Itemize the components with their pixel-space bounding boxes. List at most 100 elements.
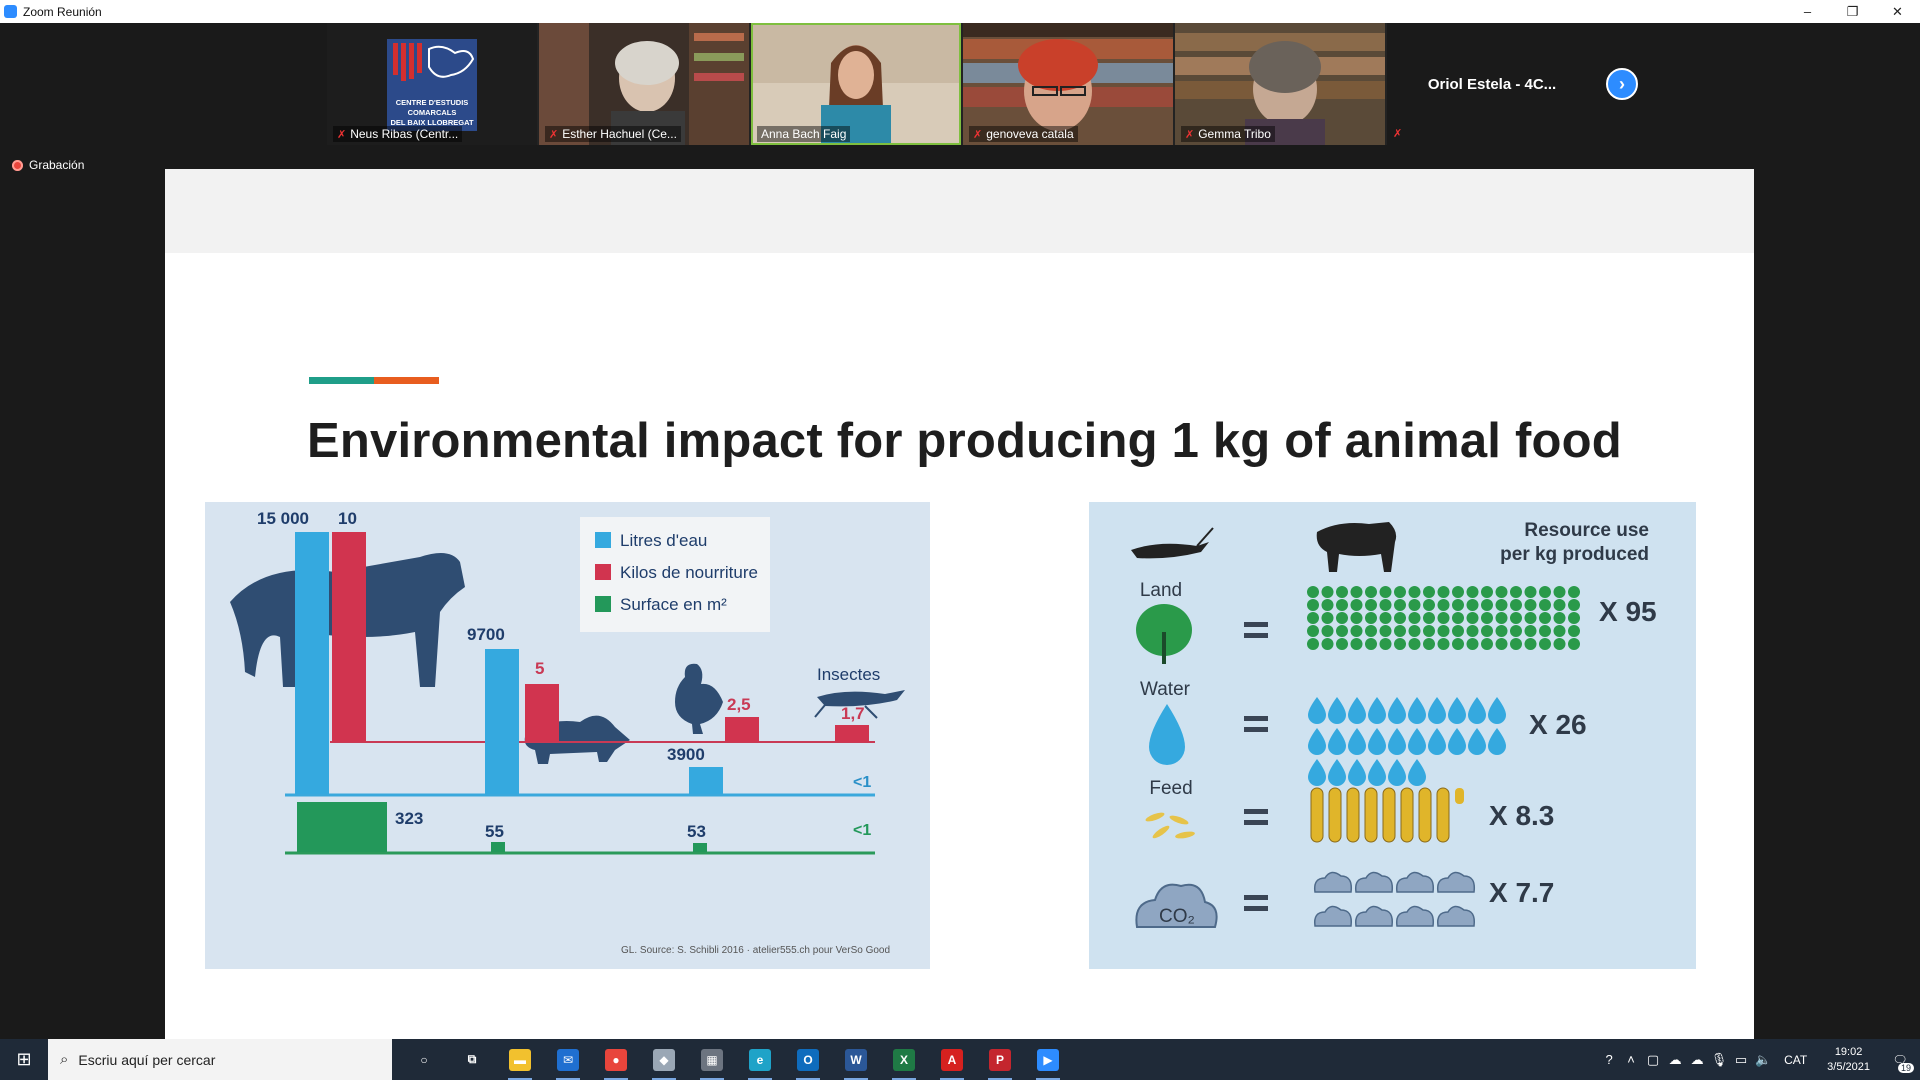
tree-icon xyxy=(1510,599,1522,611)
data-label: 9700 xyxy=(467,625,505,644)
data-label: 10 xyxy=(338,509,357,528)
tree-icon xyxy=(1539,586,1551,598)
help-icon[interactable]: ? xyxy=(1598,1039,1620,1080)
window-titlebar: Zoom Reunión – ❐ ✕ xyxy=(0,0,1920,23)
tree-icon xyxy=(1553,586,1566,598)
corn-icon xyxy=(1455,788,1464,804)
water-drop-icon xyxy=(1448,697,1466,724)
cloud-icon xyxy=(1354,871,1394,893)
legend-label: Litres d'eau xyxy=(620,531,707,550)
tree-icon xyxy=(1350,625,1363,637)
cloud-icon[interactable]: ☁ xyxy=(1686,1039,1708,1080)
cloud-icon xyxy=(1354,905,1394,927)
tree-icon xyxy=(1321,638,1334,650)
tree-grid xyxy=(1307,586,1580,650)
chrome-icon: ● xyxy=(605,1048,627,1071)
data-label: <1 xyxy=(853,822,871,839)
chrome-taskbar-icon[interactable]: ● xyxy=(592,1039,640,1080)
action-center-button[interactable]: 🗨 19 xyxy=(1880,1039,1920,1080)
task-view-taskbar-icon[interactable]: ⧉ xyxy=(448,1039,496,1080)
chevron-up-icon[interactable]: ˄ xyxy=(1620,1039,1642,1080)
resource-header: Resource use xyxy=(1524,520,1649,541)
water-drop-icon xyxy=(1308,728,1326,755)
window-controls: – ❐ ✕ xyxy=(1785,0,1920,23)
data-label: <1 xyxy=(853,774,871,791)
corn-row xyxy=(1310,787,1464,843)
tree-icon xyxy=(1524,625,1537,637)
tree-icon xyxy=(1408,625,1421,637)
excel-taskbar-icon[interactable]: X xyxy=(880,1039,928,1080)
pdf-editor-taskbar-icon[interactable]: P xyxy=(976,1039,1024,1080)
mail-icon: ✉ xyxy=(557,1048,579,1071)
tree-icon xyxy=(1568,586,1580,598)
meet-now-icon[interactable]: ▢ xyxy=(1642,1039,1664,1080)
pdf-editor-icon: P xyxy=(989,1048,1011,1071)
tree-icon xyxy=(1437,599,1450,611)
next-participants-button[interactable]: › xyxy=(1606,68,1638,100)
multiplier-label: X 26 xyxy=(1529,709,1587,740)
tree-icon xyxy=(1408,638,1421,650)
start-button[interactable]: ⊞ xyxy=(0,1039,48,1080)
zoom-app-icon xyxy=(4,5,17,18)
tree-icon xyxy=(1495,638,1508,650)
tree-icon xyxy=(1423,638,1435,650)
participant-tile[interactable]: CENTRE D'ESTUDIS COMARCALS DEL BAIX LLOB… xyxy=(327,23,537,145)
tree-icon xyxy=(1394,625,1406,637)
calculator-taskbar-icon[interactable]: ▦ xyxy=(688,1039,736,1080)
volume-icon[interactable]: 🔈 xyxy=(1752,1039,1774,1080)
tree-icon xyxy=(1321,586,1334,598)
tree-icon xyxy=(1423,586,1435,598)
edge-taskbar-icon[interactable]: e xyxy=(736,1039,784,1080)
taskbar-clock[interactable]: 19:02 3/5/2021 xyxy=(1827,1045,1870,1075)
water-drop-icon xyxy=(1368,759,1386,786)
outlook-taskbar-icon[interactable]: O xyxy=(784,1039,832,1080)
data-label: Insectes xyxy=(817,665,880,684)
corn-icon xyxy=(1346,787,1360,843)
app-generic-taskbar-icon[interactable]: ◆ xyxy=(640,1039,688,1080)
tree-icon xyxy=(1423,612,1435,624)
restore-button[interactable]: ❐ xyxy=(1830,0,1875,23)
zoom-taskbar-icon[interactable]: ▶ xyxy=(1024,1039,1072,1080)
input-language[interactable]: CAT xyxy=(1784,1053,1807,1067)
mail-taskbar-icon[interactable]: ✉ xyxy=(544,1039,592,1080)
active-speaker-tile[interactable]: Anna Bach Faig xyxy=(751,23,961,145)
multiplier-label: X 8.3 xyxy=(1489,800,1554,831)
tree-icon xyxy=(1336,625,1348,637)
corn-icon xyxy=(1310,787,1324,843)
recording-indicator[interactable]: Grabación xyxy=(12,158,84,172)
data-label: 53 xyxy=(687,822,706,841)
taskbar-search-box[interactable]: ⌕ Escriu aquí per cercar xyxy=(48,1039,392,1080)
onedrive-icon[interactable]: ☁ xyxy=(1664,1039,1686,1080)
data-label: 3900 xyxy=(667,745,705,764)
participant-tile[interactable]: ✗ Esther Hachuel (Ce... xyxy=(539,23,749,145)
tree-icon xyxy=(1321,625,1334,637)
acrobat-taskbar-icon[interactable]: A xyxy=(928,1039,976,1080)
water-drop-icon xyxy=(1488,697,1506,724)
logo-text-line: CENTRE D'ESTUDIS xyxy=(396,98,469,107)
cortana-icon: ○ xyxy=(420,1052,428,1067)
file-explorer-icon: ▬ xyxy=(509,1048,531,1071)
tree-icon xyxy=(1568,612,1580,624)
participant-name: Neus Ribas (Centr... xyxy=(350,127,459,141)
tree-icon xyxy=(1481,638,1493,650)
tree-icon xyxy=(1510,638,1522,650)
cortana-taskbar-icon[interactable]: ○ xyxy=(400,1039,448,1080)
participant-tile[interactable]: ✗ Gemma Tribo xyxy=(1175,23,1385,145)
tree-icon xyxy=(1394,599,1406,611)
tree-icon xyxy=(1350,586,1363,598)
close-button[interactable]: ✕ xyxy=(1875,0,1920,23)
tree-icon xyxy=(1379,612,1392,624)
water-drop-icon xyxy=(1368,728,1386,755)
minimize-button[interactable]: – xyxy=(1785,0,1830,23)
resource-use-infographic: Resource use per kg produced Land Water … xyxy=(1089,502,1696,969)
participant-tile[interactable]: Oriol Estela - 4C... ✗ xyxy=(1387,23,1597,145)
tree-icon xyxy=(1452,638,1464,650)
water-drop-icon xyxy=(1428,697,1446,724)
participant-tile[interactable]: ✗ genoveva catala xyxy=(963,23,1173,145)
chicken-icon xyxy=(675,663,723,734)
file-explorer-taskbar-icon[interactable]: ▬ xyxy=(496,1039,544,1080)
word-taskbar-icon[interactable]: W xyxy=(832,1039,880,1080)
microphone-icon[interactable]: 🎙 xyxy=(1708,1039,1730,1080)
network-icon[interactable]: ▭ xyxy=(1730,1039,1752,1080)
tree-icon xyxy=(1510,586,1522,598)
